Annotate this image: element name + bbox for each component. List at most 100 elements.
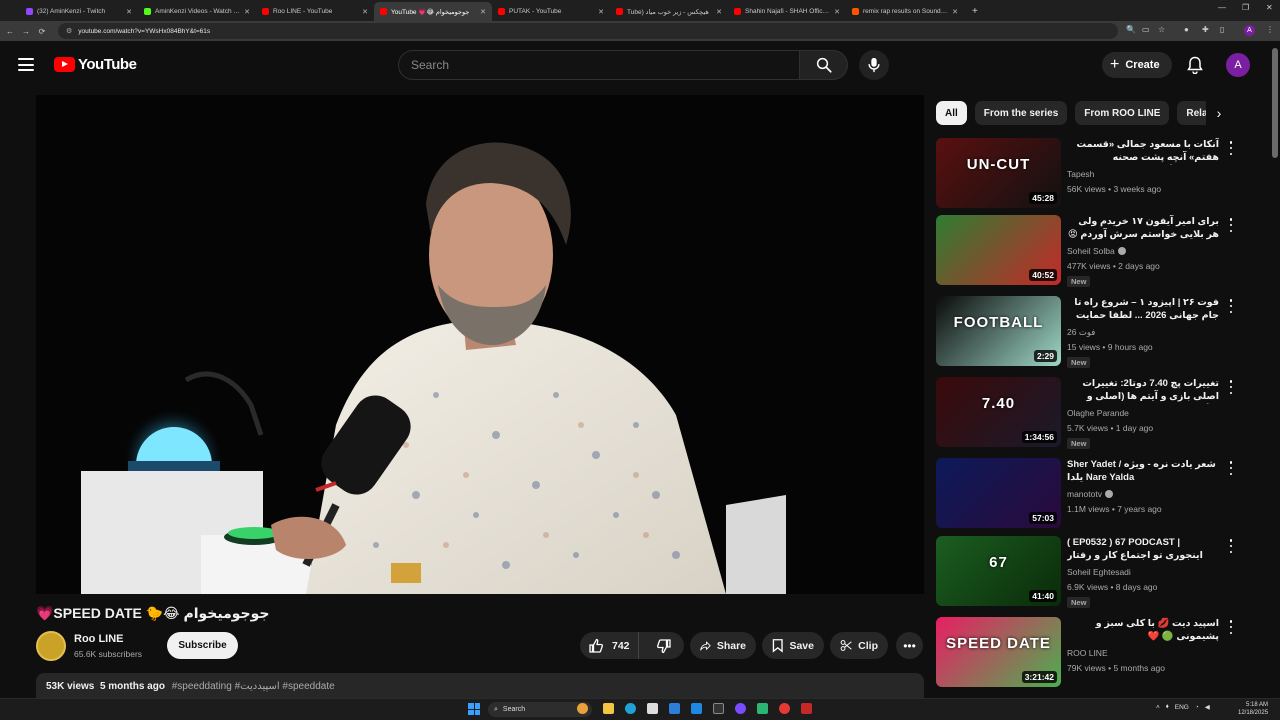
- close-window-icon[interactable]: ✕: [1266, 3, 1273, 12]
- discord-icon[interactable]: [735, 703, 746, 714]
- video-thumbnail[interactable]: 7.40 1:34:56: [936, 377, 1061, 447]
- tab-close-icon[interactable]: ✕: [598, 8, 604, 16]
- zoom-icon[interactable]: 🔍: [1126, 25, 1136, 34]
- video-thumbnail[interactable]: 67 41:40: [936, 536, 1061, 606]
- search-box[interactable]: [398, 50, 800, 80]
- recommended-video[interactable]: 57:03 Sher Yadet / شعر یادت نره - ویژه یل…: [936, 458, 1236, 534]
- hashtags[interactable]: #speeddating #اسپیددیت #speeddate: [172, 681, 335, 692]
- channel-avatar[interactable]: [36, 631, 66, 661]
- vscode-icon[interactable]: [691, 703, 702, 714]
- wifi-icon[interactable]: ◔: [1195, 704, 1199, 711]
- more-actions-button[interactable]: •••: [896, 632, 923, 659]
- reload-icon[interactable]: ⟳: [34, 27, 50, 36]
- language-indicator[interactable]: ENG: [1175, 704, 1189, 711]
- youtube-logo[interactable]: YouTube: [54, 56, 137, 73]
- share-button[interactable]: Share: [690, 632, 756, 659]
- browser-tab[interactable]: (32) AminKenzi - Twitch ✕: [20, 2, 138, 21]
- more-vertical-icon[interactable]: [1227, 539, 1235, 553]
- recommended-video[interactable]: 7.40 1:34:56 تغییرات پچ 7.40 دوتا2: تغییرا…: [936, 377, 1236, 453]
- video-thumbnail[interactable]: SPEED DATE 3:21:42: [936, 617, 1061, 687]
- windows-start-icon[interactable]: [468, 703, 480, 715]
- app-icon[interactable]: [669, 703, 680, 714]
- recommended-video[interactable]: 67 41:40 ( EP0532 ) 67 PODCAST | اینجوری ت…: [936, 536, 1236, 612]
- save-button[interactable]: Save: [762, 632, 824, 659]
- terminal-icon[interactable]: [713, 703, 724, 714]
- chevron-up-icon[interactable]: ˄: [1156, 704, 1160, 711]
- filter-chip[interactable]: All: [936, 101, 967, 125]
- voice-search-button[interactable]: [859, 50, 889, 80]
- tab-close-icon[interactable]: ✕: [834, 8, 840, 16]
- recommended-video[interactable]: FOOTBALL 2:29 فوت ۲۶ | اپیزود ۱ – شروع راه…: [936, 296, 1236, 372]
- tab-close-icon[interactable]: ✕: [126, 8, 132, 16]
- video-player[interactable]: [36, 95, 924, 594]
- recommended-channel[interactable]: manototv: [1067, 489, 1113, 499]
- more-vertical-icon[interactable]: [1227, 141, 1235, 155]
- recommended-channel[interactable]: ROO LINE: [1067, 648, 1108, 658]
- recommended-channel[interactable]: Olaghe Parande: [1067, 408, 1129, 418]
- filter-chip[interactable]: From the series: [974, 101, 1068, 125]
- store-icon[interactable]: [647, 703, 658, 714]
- edge-browser-icon[interactable]: [625, 703, 636, 714]
- forward-icon[interactable]: →: [18, 27, 34, 36]
- recommended-channel[interactable]: Tapesh: [1067, 169, 1094, 179]
- account-avatar[interactable]: A: [1226, 53, 1250, 77]
- site-info-icon[interactable]: ⚙: [66, 27, 72, 35]
- more-vertical-icon[interactable]: [1227, 299, 1235, 313]
- chrome-icon[interactable]: [779, 703, 790, 714]
- back-icon[interactable]: ←: [2, 27, 18, 36]
- new-tab-button[interactable]: +: [964, 2, 986, 21]
- tab-close-icon[interactable]: ✕: [716, 8, 722, 16]
- video-thumbnail[interactable]: 40:52: [936, 215, 1061, 285]
- browser-tab[interactable]: PUTAK - YouTube ✕: [492, 2, 610, 21]
- more-vertical-icon[interactable]: [1227, 461, 1235, 475]
- recommended-video-title[interactable]: فوت ۲۶ | اپیزود ۱ – شروع راه تا جام جهان…: [1067, 296, 1219, 323]
- more-vertical-icon[interactable]: [1227, 620, 1235, 634]
- tray-app-icon[interactable]: ⬧: [1166, 703, 1169, 711]
- extension-icon[interactable]: ●: [1184, 25, 1189, 34]
- subscribe-button[interactable]: Subscribe: [167, 632, 238, 659]
- more-vertical-icon[interactable]: [1227, 218, 1235, 232]
- clock[interactable]: 5:18 AM 12/18/2025: [1238, 701, 1268, 717]
- browser-tab[interactable]: Roo LINE - YouTube ✕: [256, 2, 374, 21]
- cast-icon[interactable]: ▭: [1142, 25, 1150, 34]
- browser-tab[interactable]: Shahin Najafi - SHAH Official M ✕: [728, 2, 846, 21]
- recommended-video[interactable]: SPEED DATE 3:21:42 اسپید دیت 💋 با کلی سبز …: [936, 617, 1236, 693]
- recommended-channel[interactable]: فوت 26: [1067, 327, 1095, 338]
- video-thumbnail[interactable]: 57:03: [936, 458, 1061, 528]
- tab-close-icon[interactable]: ✕: [952, 8, 958, 16]
- channel-name[interactable]: Roo LINE: [74, 633, 124, 645]
- video-thumbnail[interactable]: UN-CUT 45:28: [936, 138, 1061, 208]
- filter-chip[interactable]: From ROO LINE: [1075, 101, 1170, 125]
- search-input[interactable]: [411, 58, 799, 72]
- recommended-video-title[interactable]: برای امیر آیفون ۱۷ خریدم ولی هر بلایی خو…: [1067, 215, 1219, 241]
- browser-tab[interactable]: AminKenzi Videos - Watch On ✕: [138, 2, 256, 21]
- more-vertical-icon[interactable]: [1227, 380, 1235, 394]
- file-explorer-icon[interactable]: [603, 703, 614, 714]
- volume-icon[interactable]: ◀: [1205, 703, 1210, 711]
- color-app-icon[interactable]: [577, 703, 588, 714]
- browser-tab[interactable]: Tube) هیچکس - زیر خوب ‌میاد ✕: [610, 2, 728, 21]
- tab-close-icon[interactable]: ✕: [480, 8, 486, 16]
- chips-next-button[interactable]: ›: [1206, 101, 1232, 125]
- recommended-video-title[interactable]: تغییرات پچ 7.40 دوتا2: تغییرات اصلی بازی…: [1067, 377, 1219, 404]
- tab-close-icon[interactable]: ✕: [244, 8, 250, 16]
- restore-window-icon[interactable]: ❐: [1242, 3, 1249, 12]
- page-scrollbar[interactable]: [1272, 48, 1278, 158]
- browser-tab[interactable]: YouTube 💗😂 جوجومیخوام ✕: [374, 2, 492, 21]
- extensions-puzzle-icon[interactable]: ✚: [1202, 25, 1209, 34]
- browser-tab[interactable]: remix rap results on SoundClo ✕: [846, 2, 964, 21]
- address-bar[interactable]: ⚙ youtube.com/watch?v=YWsHx084BhY&t=61s: [58, 23, 1118, 39]
- recommended-channel[interactable]: Soheil Eghtesadi: [1067, 567, 1131, 577]
- clip-button[interactable]: Clip: [830, 632, 888, 659]
- hamburger-menu-icon[interactable]: [18, 58, 34, 71]
- recommended-video-title[interactable]: آنکات با مسعود جمالی «قسمت هفتم» آنچه پش…: [1067, 138, 1219, 165]
- profile-avatar-icon[interactable]: A: [1244, 25, 1255, 36]
- recommended-video-title[interactable]: ( EP0532 ) 67 PODCAST | اینجوری تو اجتما…: [1067, 536, 1219, 563]
- like-button[interactable]: 742: [580, 632, 639, 659]
- recommended-video[interactable]: UN-CUT 45:28 آنکات با مسعود جمالی «قسمت هف…: [936, 138, 1236, 214]
- recommended-video-title[interactable]: اسپید دیت 💋 با کلی سبز و پشیمونی 🟢 ❤️: [1067, 617, 1219, 643]
- app-icon[interactable]: [801, 703, 812, 714]
- sidebar-icon[interactable]: ▯: [1220, 25, 1224, 34]
- tab-close-icon[interactable]: ✕: [362, 8, 368, 16]
- bookmark-star-icon[interactable]: ☆: [1158, 25, 1165, 34]
